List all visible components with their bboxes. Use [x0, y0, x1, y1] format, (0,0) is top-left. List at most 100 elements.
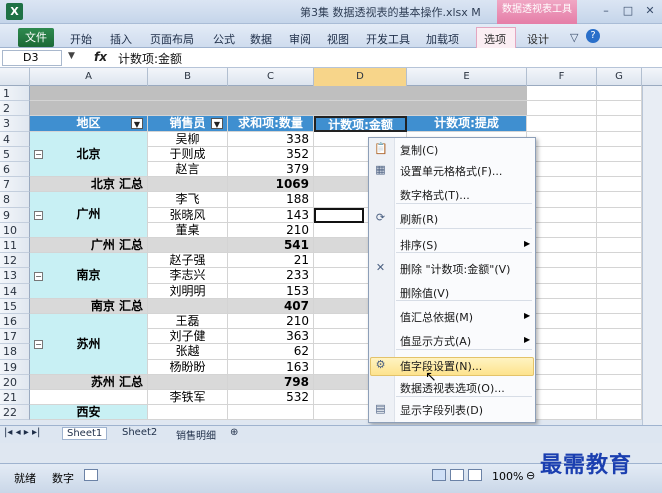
quantity-cell[interactable]: 163	[228, 359, 314, 375]
row-header[interactable]: 2	[0, 101, 30, 117]
grid-cell[interactable]	[597, 344, 642, 360]
column-header-d[interactable]: D	[314, 68, 407, 86]
grid-cell[interactable]	[527, 207, 597, 223]
row-header[interactable]: 20	[0, 374, 30, 390]
row-header[interactable]: 13	[0, 268, 30, 284]
filter-dropdown-icon[interactable]: ▼	[131, 118, 143, 130]
grid-cell[interactable]	[597, 101, 642, 117]
tab-insert[interactable]: 插入	[110, 31, 132, 47]
tab-design[interactable]: 设计	[527, 31, 549, 47]
quantity-cell[interactable]: 338	[228, 131, 314, 147]
grid-cell[interactable]	[527, 177, 597, 193]
help-icon[interactable]: ?	[586, 29, 600, 43]
insert-sheet-icon[interactable]: ⊕	[230, 427, 238, 438]
menu-item-10[interactable]: 数据透视表选项(O)...	[400, 380, 505, 396]
grid-cell[interactable]	[527, 329, 597, 345]
grid-cell[interactable]	[597, 405, 642, 421]
grid-cell[interactable]	[527, 298, 597, 314]
collapse-icon[interactable]: −	[34, 272, 43, 281]
vertical-scrollbar[interactable]	[642, 86, 662, 425]
grid-cell[interactable]	[597, 131, 642, 147]
row-header[interactable]: 5	[0, 146, 30, 162]
region-cell[interactable]: 广州	[30, 192, 148, 238]
formula-input[interactable]: 计数项:金额	[118, 50, 182, 67]
select-all-corner[interactable]	[0, 68, 30, 86]
row-header[interactable]: 21	[0, 390, 30, 406]
grid-cell[interactable]	[148, 405, 228, 421]
grid-cell[interactable]	[597, 146, 642, 162]
tab-addins[interactable]: 加载项	[426, 31, 459, 47]
row-header[interactable]: 1	[0, 86, 30, 102]
sheet-nav-icon[interactable]: |◂ ◂ ▸ ▸|	[4, 427, 40, 438]
menu-item-8[interactable]: 值显示方式(A)	[400, 333, 471, 349]
row-header[interactable]: 17	[0, 329, 30, 345]
quantity-cell[interactable]: 532	[228, 390, 314, 406]
grid-cell[interactable]	[597, 177, 642, 193]
pivot-header-3[interactable]: 计数项:金额	[314, 116, 407, 132]
salesperson-cell[interactable]: 李飞	[148, 192, 228, 208]
grid-cell[interactable]	[597, 390, 642, 406]
pivot-header-4[interactable]: 计数项:提成	[407, 116, 527, 132]
collapse-icon[interactable]: −	[34, 340, 43, 350]
tab-data[interactable]: 数据	[250, 31, 272, 47]
grid-cell[interactable]	[527, 390, 597, 406]
salesperson-cell[interactable]: 于则成	[148, 146, 228, 162]
grid-cell[interactable]	[597, 222, 642, 238]
region-cell[interactable]: 南京	[30, 253, 148, 299]
sheet-tab-sheet2[interactable]: Sheet2	[118, 427, 161, 438]
grid-cell[interactable]	[597, 162, 642, 178]
menu-item-1[interactable]: 设置单元格格式(F)...	[400, 163, 502, 179]
grid-cell[interactable]	[597, 192, 642, 208]
row-header[interactable]: 9	[0, 207, 30, 223]
grid-cell[interactable]	[597, 238, 642, 254]
collapse-icon[interactable]: −	[34, 211, 43, 221]
minimize-icon[interactable]: –	[598, 4, 614, 18]
subtotal-value[interactable]: 541	[228, 238, 314, 254]
excel-icon[interactable]: X	[6, 3, 23, 20]
subtotal-value[interactable]: 407	[228, 298, 314, 314]
salesperson-cell[interactable]: 吴柳	[148, 131, 228, 147]
grid-cell[interactable]	[597, 359, 642, 375]
quantity-cell[interactable]: 62	[228, 344, 314, 360]
grid-cell[interactable]	[597, 283, 642, 299]
sheet-tab-sales[interactable]: 销售明细	[172, 427, 220, 442]
subtotal-label[interactable]: 南京 汇总	[30, 298, 148, 314]
grid-cell[interactable]	[228, 405, 314, 421]
quantity-cell[interactable]: 143	[228, 207, 314, 223]
pivot-header-2[interactable]: 求和项:数量	[228, 116, 314, 132]
menu-item-0[interactable]: 复制(C)	[400, 142, 438, 158]
column-header-f[interactable]: F	[527, 68, 597, 86]
row-header[interactable]: 12	[0, 253, 30, 269]
row-header[interactable]: 4	[0, 131, 30, 147]
menu-item-9[interactable]: 值字段设置(N)...	[400, 358, 482, 374]
grid-cell[interactable]	[597, 253, 642, 269]
tab-review[interactable]: 审阅	[289, 31, 311, 47]
row-header[interactable]: 6	[0, 162, 30, 178]
salesperson-cell[interactable]: 张晓风	[148, 207, 228, 223]
quantity-cell[interactable]: 188	[228, 192, 314, 208]
tab-formulas[interactable]: 公式	[213, 31, 235, 47]
tab-page-layout[interactable]: 页面布局	[150, 31, 194, 47]
grid-cell[interactable]	[527, 146, 597, 162]
grid-cell[interactable]	[527, 222, 597, 238]
salesperson-cell[interactable]: 赵子强	[148, 253, 228, 269]
grid-cell[interactable]	[527, 253, 597, 269]
quantity-cell[interactable]: 233	[228, 268, 314, 284]
subtotal-label[interactable]: 苏州 汇总	[30, 374, 148, 390]
menu-item-7[interactable]: 值汇总依据(M)	[400, 309, 473, 325]
menu-item-4[interactable]: 排序(S)	[400, 237, 438, 253]
salesperson-cell[interactable]: 刘子健	[148, 329, 228, 345]
grid-cell[interactable]	[527, 162, 597, 178]
salesperson-cell[interactable]: 董桌	[148, 222, 228, 238]
column-header-a[interactable]: A	[30, 68, 148, 86]
row-header[interactable]: 11	[0, 238, 30, 254]
column-header-b[interactable]: B	[148, 68, 228, 86]
ribbon-collapse-icon[interactable]: ▽	[570, 31, 578, 44]
row-header[interactable]: 8	[0, 192, 30, 208]
grid-cell[interactable]	[597, 298, 642, 314]
tab-options[interactable]: 选项	[484, 31, 506, 47]
subtotal-label[interactable]: 北京 汇总	[30, 177, 148, 193]
filter-dropdown-icon[interactable]: ▼	[211, 118, 223, 130]
grid-cell[interactable]	[527, 344, 597, 360]
salesperson-cell[interactable]: 刘明明	[148, 283, 228, 299]
